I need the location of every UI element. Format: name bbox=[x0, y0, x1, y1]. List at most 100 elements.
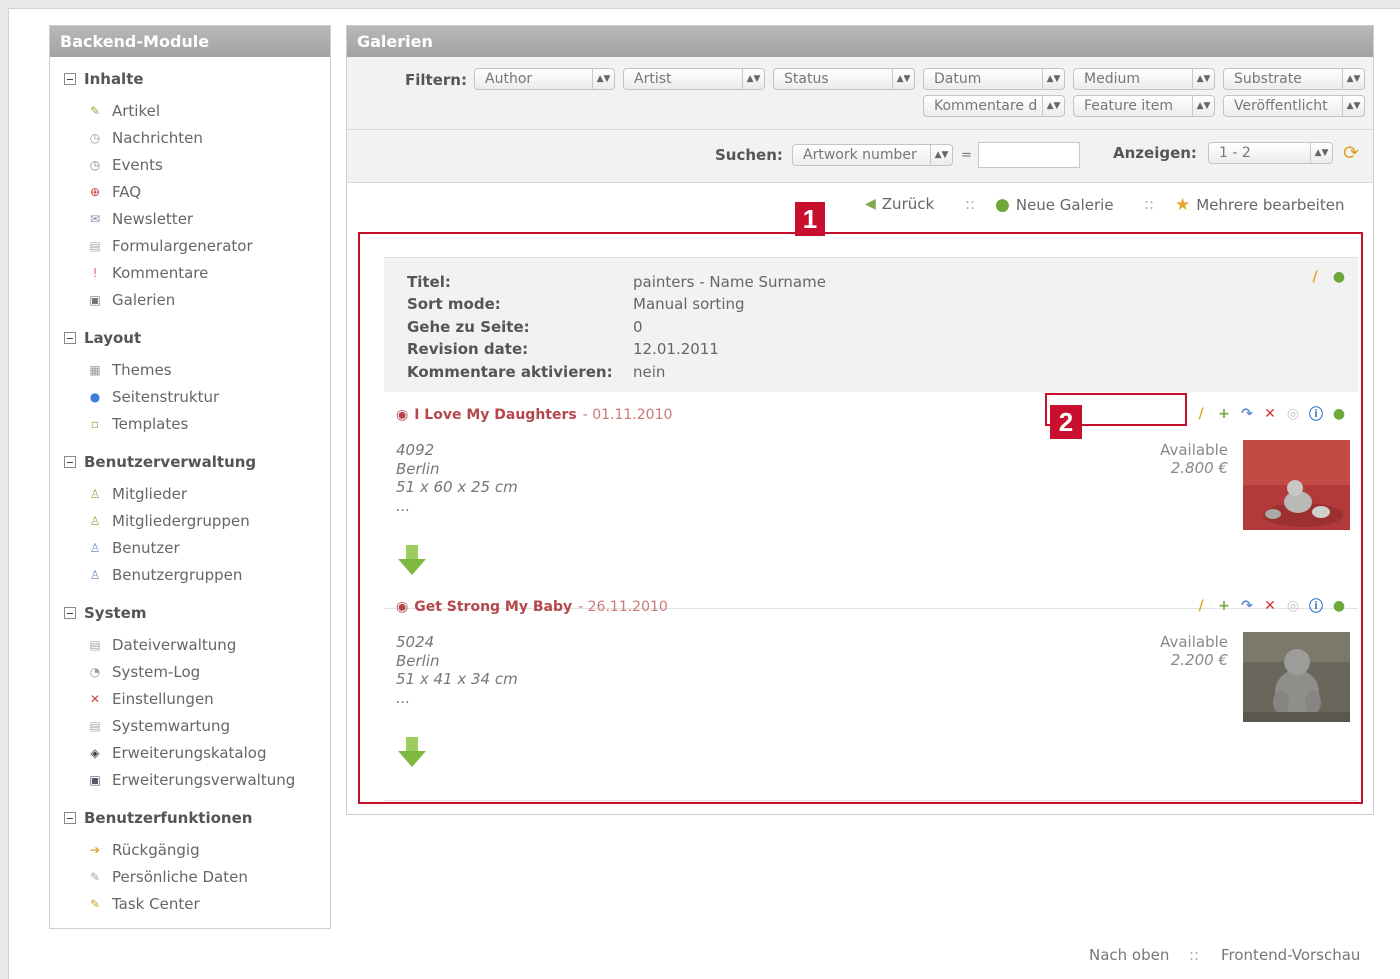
user-icon: ♙ bbox=[89, 541, 101, 555]
annotation-badge-2: 2 bbox=[1050, 405, 1082, 439]
sidebar-item-einstellungen[interactable]: ✕ Einstellungen bbox=[86, 689, 214, 709]
select-arrow-icon: ▲▼ bbox=[1192, 69, 1214, 89]
select-arrow-icon: ▲▼ bbox=[892, 69, 914, 89]
undo-icon: ➔ bbox=[89, 843, 101, 857]
catalog-icon: ◈ bbox=[90, 746, 100, 760]
sidebar-item-seitenstruktur[interactable]: ● Seitenstruktur bbox=[86, 387, 219, 407]
group-inhalte[interactable]: Inhalte bbox=[64, 70, 144, 88]
gallery-icon: ▣ bbox=[89, 293, 101, 307]
sidebar-item-dateiverwaltung[interactable]: ▤ Dateiverwaltung bbox=[86, 635, 236, 655]
annotation-badge-1: 1 bbox=[795, 202, 825, 236]
sidebar-item-benutzergruppen[interactable]: ♙ Benutzergruppen bbox=[86, 565, 243, 585]
sidebar-item-systemwartung[interactable]: ▤ Systemwartung bbox=[86, 716, 230, 736]
calendar-icon: ◷ bbox=[89, 158, 101, 172]
faq-icon: ⊕ bbox=[89, 185, 101, 199]
collapse-icon[interactable] bbox=[64, 73, 76, 85]
sidebar-item-nachrichten[interactable]: ◷ Nachrichten bbox=[86, 128, 203, 148]
sidebar-title: Backend-Module bbox=[50, 26, 330, 57]
select-arrow-icon: ▲▼ bbox=[930, 145, 952, 165]
search-input[interactable] bbox=[978, 142, 1080, 168]
annotation-frame-1 bbox=[358, 232, 1363, 804]
filter-substrate-select[interactable]: Substrate ▲▼ bbox=[1223, 68, 1365, 90]
extension-icon: ▣ bbox=[89, 773, 101, 787]
filter-feature-item-select[interactable]: Feature item ▲▼ bbox=[1073, 95, 1215, 117]
collapse-icon[interactable] bbox=[64, 332, 76, 344]
themes-icon: ▦ bbox=[89, 363, 101, 377]
collapse-icon[interactable] bbox=[64, 812, 76, 824]
sidebar-item-mitgliedergruppen[interactable]: ♙ Mitgliedergruppen bbox=[86, 511, 250, 531]
group-benutzerfunktionen[interactable]: Benutzerfunktionen bbox=[64, 809, 252, 827]
group-benutzerverwaltung[interactable]: Benutzerverwaltung bbox=[64, 453, 256, 471]
select-arrow-icon: ▲▼ bbox=[1342, 69, 1364, 89]
settings-icon: ✕ bbox=[89, 692, 101, 706]
select-arrow-icon: ▲▼ bbox=[1192, 96, 1214, 116]
separator: :: bbox=[965, 195, 976, 213]
frontend-preview-link[interactable]: Frontend-Vorschau bbox=[1221, 946, 1360, 964]
sidebar-item-themes[interactable]: ▦ Themes bbox=[86, 360, 171, 380]
personal-data-icon: ✎ bbox=[89, 870, 101, 884]
back-arrow-icon: ◀ bbox=[865, 196, 876, 212]
show-range-select[interactable]: 1 - 2 ▲▼ bbox=[1208, 142, 1333, 164]
sidebar: Backend-Module Inhalte ✎ Artikel ◷ Nachric… bbox=[49, 25, 331, 929]
sidebar-item-benutzer[interactable]: ♙ Benutzer bbox=[86, 538, 180, 558]
sidebar-item-task-center[interactable]: ✎ Task Center bbox=[86, 894, 200, 914]
log-icon: ◔ bbox=[89, 665, 101, 679]
page-title: Galerien bbox=[347, 26, 1373, 57]
show-label: Anzeigen: bbox=[1113, 144, 1197, 162]
maintenance-icon: ▤ bbox=[89, 719, 101, 733]
task-icon: ✎ bbox=[89, 897, 101, 911]
select-arrow-icon: ▲▼ bbox=[1342, 96, 1364, 116]
search-bar: Suchen: Artwork number ▲▼ = Anzeigen: 1 -… bbox=[347, 130, 1373, 183]
back-to-top-link[interactable]: Nach oben bbox=[1089, 946, 1169, 964]
user-group-icon: ♙ bbox=[89, 568, 101, 582]
filter-medium-select[interactable]: Medium ▲▼ bbox=[1073, 68, 1215, 90]
back-link[interactable]: ◀ Zurück bbox=[865, 195, 934, 213]
select-arrow-icon: ▲▼ bbox=[592, 69, 614, 89]
member-icon: ♙ bbox=[89, 487, 101, 501]
sidebar-item-erweiterungsverwaltung[interactable]: ▣ Erweiterungsverwaltung bbox=[86, 770, 295, 790]
select-arrow-icon: ▲▼ bbox=[1310, 143, 1332, 163]
group-system[interactable]: System bbox=[64, 604, 146, 622]
add-circle-icon: ● bbox=[995, 195, 1010, 215]
filter-author-select[interactable]: Author ▲▼ bbox=[474, 68, 615, 90]
newsletter-icon: ✉ bbox=[89, 212, 101, 226]
comments-icon: ! bbox=[92, 266, 98, 280]
collapse-icon[interactable] bbox=[64, 607, 76, 619]
sidebar-item-galerien[interactable]: ▣ Galerien bbox=[86, 290, 175, 310]
star-icon: ★ bbox=[1175, 195, 1191, 215]
group-layout[interactable]: Layout bbox=[64, 329, 141, 347]
template-icon: ▫ bbox=[90, 417, 100, 431]
member-group-icon: ♙ bbox=[89, 514, 101, 528]
news-icon: ◷ bbox=[89, 131, 101, 145]
sidebar-item-rueckgaengig[interactable]: ➔ Rückgängig bbox=[86, 840, 200, 860]
sidebar-item-formulargenerator[interactable]: ▤ Formulargenerator bbox=[86, 236, 252, 256]
refresh-icon[interactable]: ⟳ bbox=[1343, 142, 1359, 164]
globe-icon: ● bbox=[89, 390, 101, 404]
sidebar-item-events[interactable]: ◷ Events bbox=[86, 155, 163, 175]
filter-label: Filtern: bbox=[405, 71, 467, 89]
search-field-select[interactable]: Artwork number ▲▼ bbox=[792, 144, 953, 166]
new-gallery-link[interactable]: ● Neue Galerie bbox=[995, 195, 1114, 215]
equals-sign: = bbox=[961, 148, 972, 163]
sidebar-item-mitglieder[interactable]: ♙ Mitglieder bbox=[86, 484, 187, 504]
sidebar-item-artikel[interactable]: ✎ Artikel bbox=[86, 101, 160, 121]
sidebar-item-erweiterungskatalog[interactable]: ◈ Erweiterungskatalog bbox=[86, 743, 266, 763]
files-icon: ▤ bbox=[89, 638, 101, 652]
filter-artist-select[interactable]: Artist ▲▼ bbox=[623, 68, 765, 90]
filter-status-select[interactable]: Status ▲▼ bbox=[773, 68, 915, 90]
separator: :: bbox=[1144, 195, 1155, 213]
select-arrow-icon: ▲▼ bbox=[742, 69, 764, 89]
footer-separator: :: bbox=[1189, 946, 1200, 964]
edit-multiple-link[interactable]: ★ Mehrere bearbeiten bbox=[1175, 195, 1344, 215]
collapse-icon[interactable] bbox=[64, 456, 76, 468]
sidebar-item-system-log[interactable]: ◔ System-Log bbox=[86, 662, 200, 682]
filter-datum-select[interactable]: Datum ▲▼ bbox=[923, 68, 1065, 90]
sidebar-item-templates[interactable]: ▫ Templates bbox=[86, 414, 188, 434]
filter-veroeffentlicht-select[interactable]: Veröffentlicht ▲▼ bbox=[1223, 95, 1365, 117]
sidebar-item-newsletter[interactable]: ✉ Newsletter bbox=[86, 209, 193, 229]
sidebar-item-faq[interactable]: ⊕ FAQ bbox=[86, 182, 141, 202]
search-label: Suchen: bbox=[715, 146, 783, 164]
sidebar-item-persoenliche-daten[interactable]: ✎ Persönliche Daten bbox=[86, 867, 248, 887]
sidebar-item-kommentare[interactable]: ! Kommentare bbox=[86, 263, 209, 283]
filter-kommentare-select[interactable]: Kommentare d ▲▼ bbox=[923, 95, 1065, 117]
